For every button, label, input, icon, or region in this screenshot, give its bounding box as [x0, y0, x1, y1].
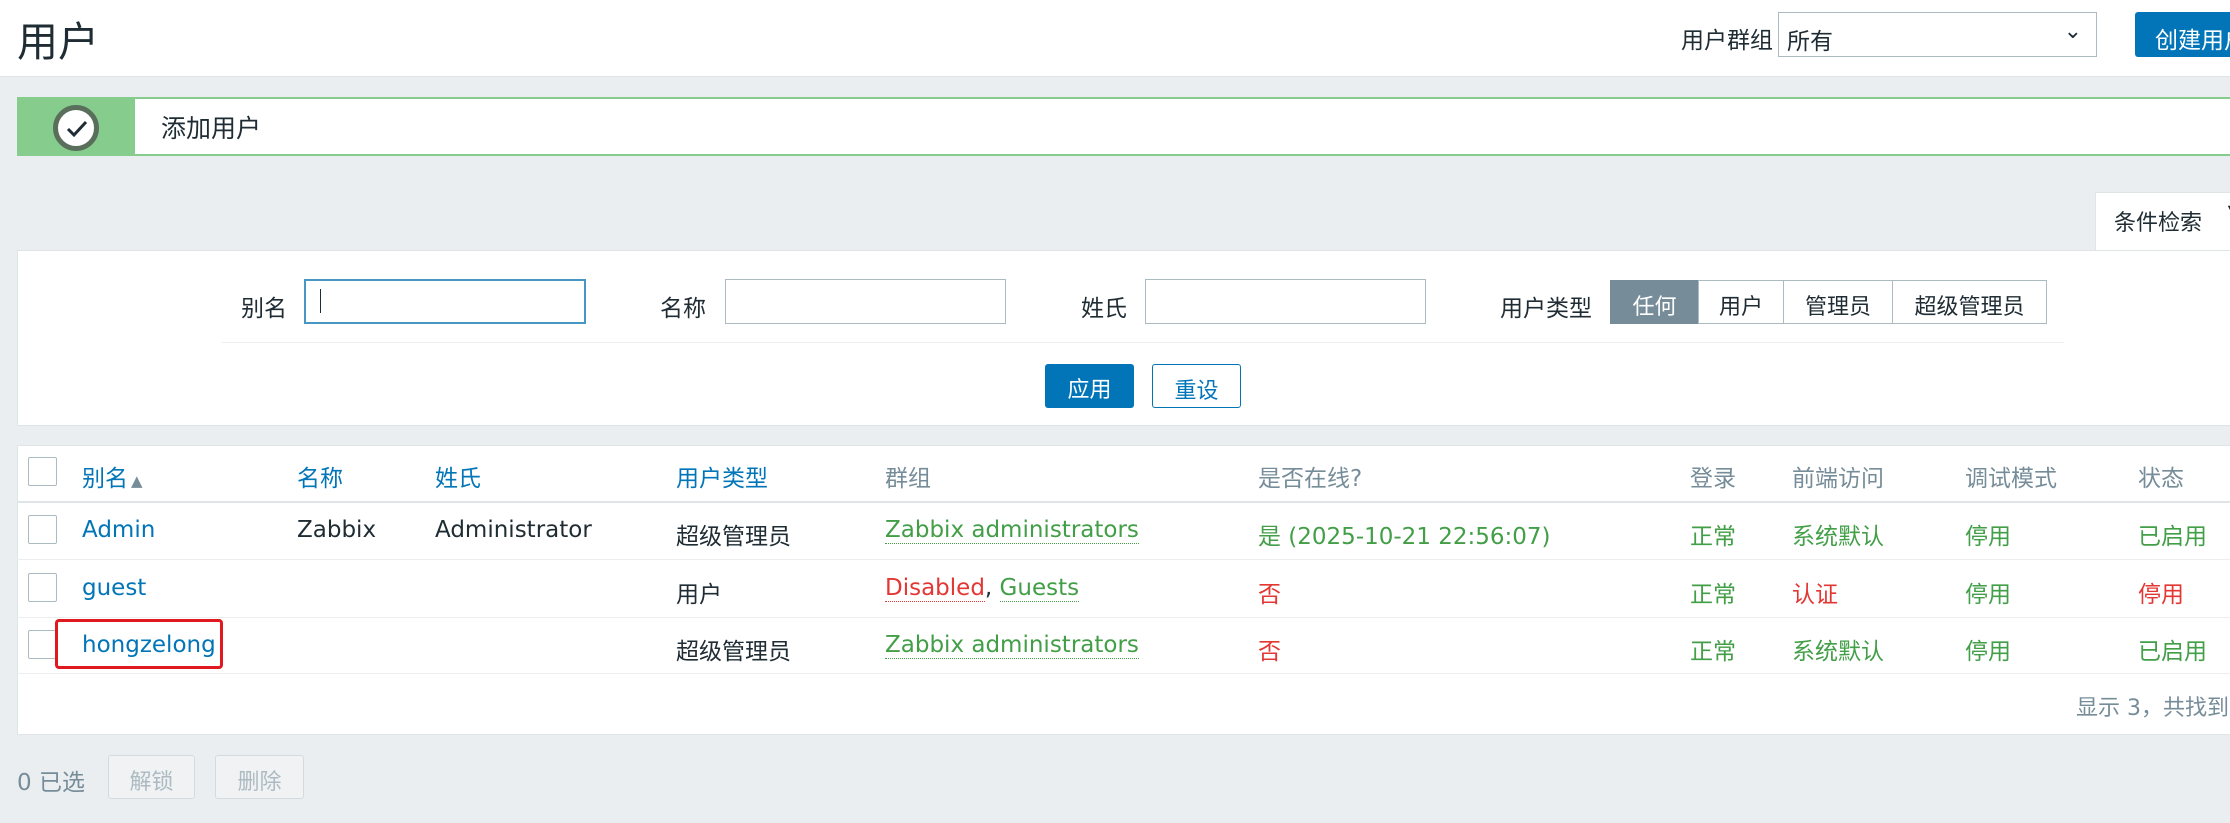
column-header-frontend: 前端访问 — [1792, 466, 1884, 492]
reset-button[interactable]: 重设 — [1152, 364, 1241, 408]
frontend-access: 系统默认 — [1792, 639, 1884, 665]
user-status-toggle[interactable]: 已启用 — [2138, 632, 2207, 666]
text-caret — [320, 289, 321, 313]
table-footer-count: 显示 3，共找到 3 — [2076, 696, 2230, 721]
row-checkbox[interactable] — [28, 573, 57, 602]
success-message — [17, 97, 2230, 156]
column-header-groups: 群组 — [885, 466, 931, 492]
row-divider — [17, 617, 2230, 618]
group-link[interactable]: Zabbix administrators — [885, 632, 1139, 659]
chevron-down-icon: ⌄ — [2063, 19, 2082, 44]
name-filter-label: 名称 — [660, 296, 706, 322]
filter-tab[interactable]: 条件检索 ▼ — [2095, 192, 2230, 250]
column-header-debug: 调试模式 — [1965, 466, 2057, 492]
login-status: 正常 — [1690, 524, 1736, 550]
column-header-name[interactable]: 名称 — [297, 459, 343, 493]
column-header-alias[interactable]: 别名 ▲ — [82, 459, 143, 493]
create-user-button[interactable]: 创建用户 — [2135, 12, 2230, 57]
user-group-select[interactable]: 所有 ⌄ — [1778, 12, 2097, 57]
alias-filter-input[interactable] — [304, 279, 586, 324]
user-group-label: 用户群组 — [1681, 28, 1773, 54]
users-table — [17, 445, 2230, 735]
checkmark-icon — [53, 105, 99, 151]
page-title: 用户 — [17, 18, 99, 66]
debug-mode-toggle[interactable]: 停用 — [1965, 517, 2011, 551]
filter-divider — [222, 342, 2064, 343]
user-groups: Disabled, Guests — [885, 575, 1080, 602]
delete-button[interactable]: 删除 — [215, 755, 304, 799]
user-type-option-admin[interactable]: 管理员 — [1783, 280, 1893, 324]
select-all-checkbox[interactable] — [28, 457, 57, 486]
column-header-type[interactable]: 用户类型 — [676, 459, 768, 493]
row-checkbox[interactable] — [28, 630, 57, 659]
column-header-surname[interactable]: 姓氏 — [435, 459, 481, 493]
online-status: 否 — [1258, 582, 1281, 608]
online-status: 是 (2025-10-21 22:56:07) — [1258, 524, 1551, 550]
user-name: Zabbix — [297, 517, 377, 543]
user-surname: Administrator — [435, 517, 592, 543]
surname-filter-input[interactable] — [1145, 279, 1426, 324]
user-type-filter-label: 用户类型 — [1500, 296, 1592, 322]
user-type-option-super-admin[interactable]: 超级管理员 — [1892, 280, 2047, 324]
frontend-access: 认证 — [1792, 582, 1838, 608]
column-header-online: 是否在线? — [1258, 466, 1363, 492]
column-header-status: 状态 — [2138, 466, 2184, 492]
online-status: 否 — [1258, 639, 1281, 665]
column-header-alias-label: 别名 — [82, 466, 128, 492]
user-type-option-any[interactable]: 任何 — [1610, 280, 1699, 324]
highlight-annotation-box — [55, 619, 223, 669]
row-divider — [17, 673, 2230, 674]
surname-filter-label: 姓氏 — [1081, 296, 1127, 322]
user-alias-link[interactable]: Admin — [82, 517, 155, 543]
user-type-option-user[interactable]: 用户 — [1698, 280, 1784, 324]
name-filter-input[interactable] — [725, 279, 1006, 324]
selected-count: 0 已选 — [17, 770, 85, 796]
sort-ascending-icon: ▲ — [131, 472, 143, 490]
user-status-toggle[interactable]: 已启用 — [2138, 517, 2207, 551]
frontend-access: 系统默认 — [1792, 524, 1884, 550]
login-status: 正常 — [1690, 639, 1736, 665]
row-divider — [17, 559, 2230, 560]
unlock-button[interactable]: 解锁 — [108, 755, 195, 799]
user-type: 超级管理员 — [676, 524, 791, 550]
table-header-divider — [17, 501, 2230, 503]
user-groups: Zabbix administrators — [885, 632, 1139, 659]
group-link[interactable]: Disabled — [885, 575, 985, 602]
user-group-value: 所有 — [1787, 29, 1833, 55]
user-alias-link[interactable]: guest — [82, 575, 146, 601]
user-type: 超级管理员 — [676, 639, 791, 665]
group-link[interactable]: Guests — [999, 575, 1080, 602]
debug-mode-toggle[interactable]: 停用 — [1965, 575, 2011, 609]
apply-button[interactable]: 应用 — [1045, 364, 1134, 408]
user-groups: Zabbix administrators — [885, 517, 1139, 544]
success-message-text: 添加用户 — [161, 114, 262, 143]
group-separator: , — [984, 575, 1000, 601]
filter-tab-label: 条件检索 — [2114, 211, 2203, 236]
alias-filter-label: 别名 — [241, 296, 287, 322]
user-status-toggle[interactable]: 停用 — [2138, 575, 2184, 609]
login-status: 正常 — [1690, 582, 1736, 608]
user-type: 用户 — [676, 582, 722, 608]
group-link[interactable]: Zabbix administrators — [885, 517, 1139, 544]
row-checkbox[interactable] — [28, 515, 57, 544]
column-header-login: 登录 — [1690, 466, 1736, 492]
debug-mode-toggle[interactable]: 停用 — [1965, 632, 2011, 666]
